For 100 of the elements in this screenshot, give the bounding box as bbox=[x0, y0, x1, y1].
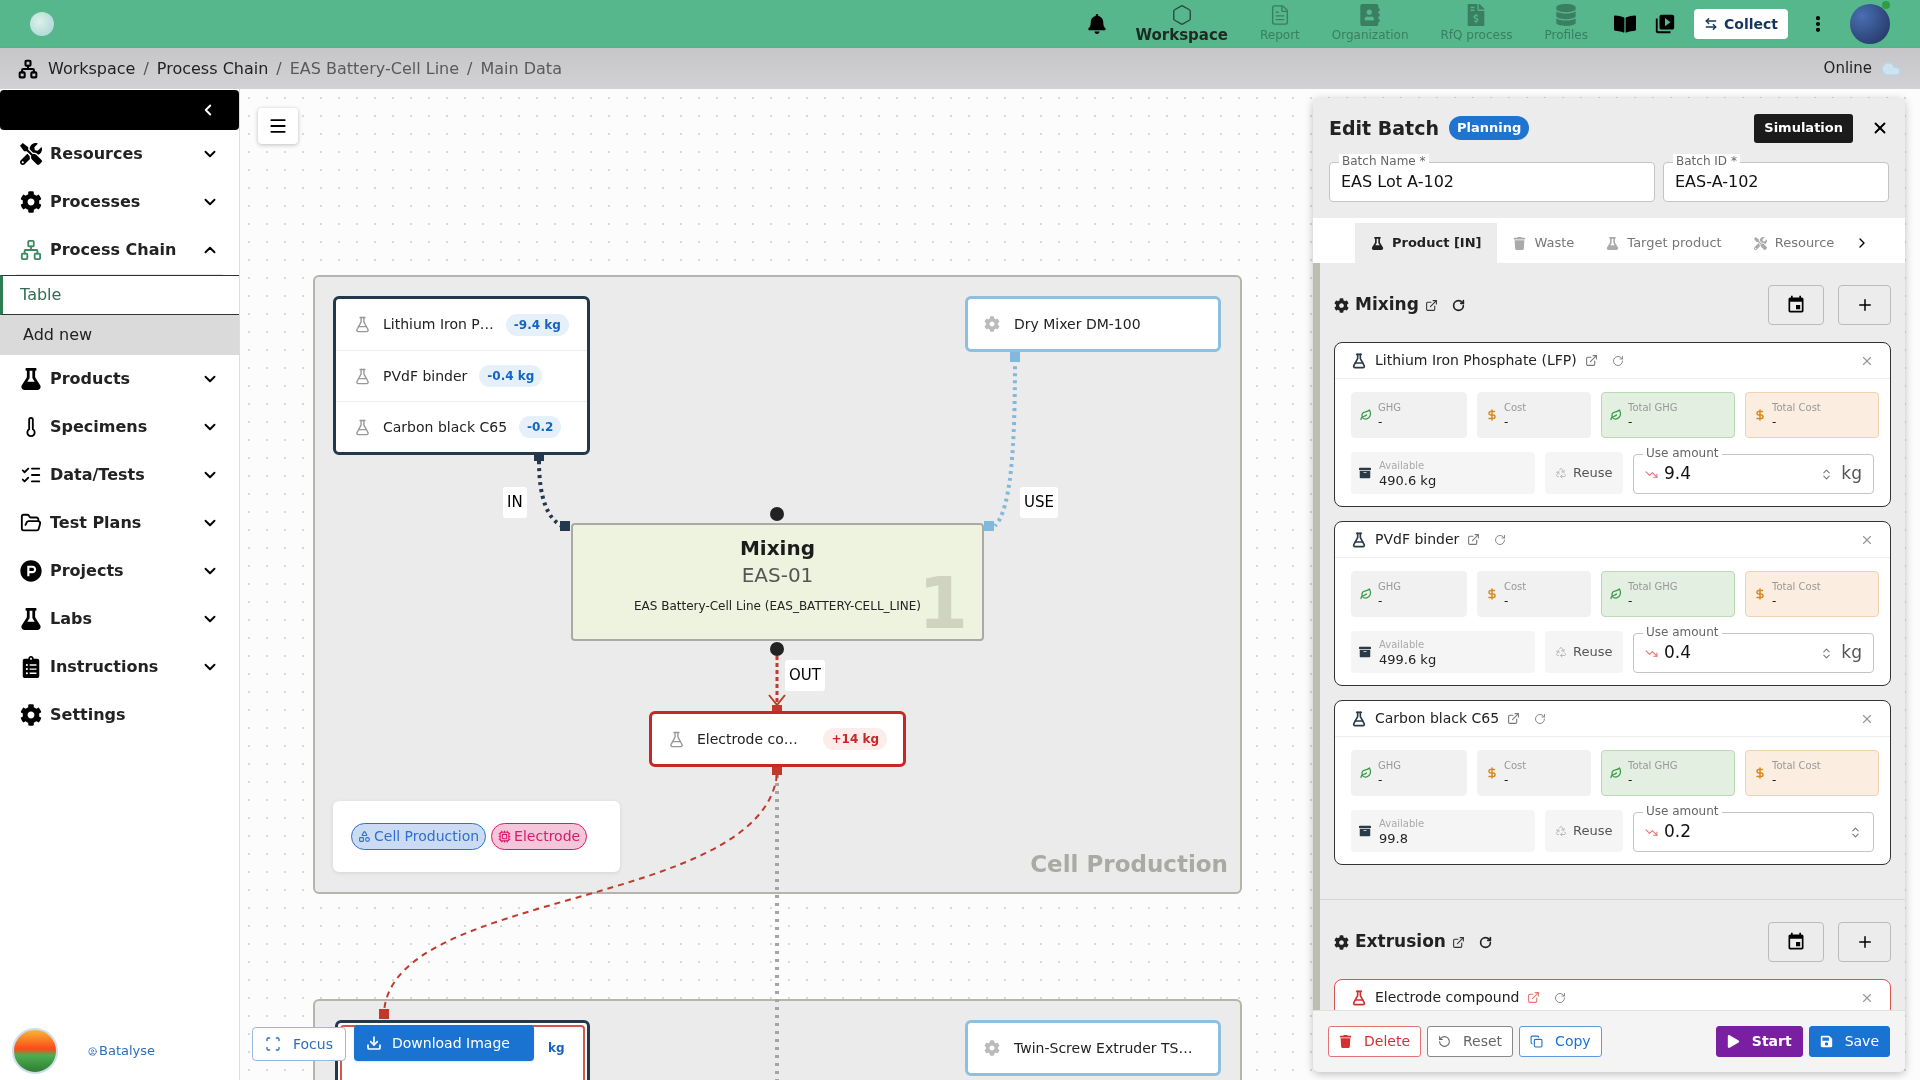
leaf-icon bbox=[1360, 409, 1372, 421]
refresh-icon[interactable] bbox=[1478, 935, 1492, 949]
sidebar-item[interactable]: Process Chain bbox=[16, 226, 223, 274]
bell-icon[interactable] bbox=[1087, 14, 1108, 34]
sidebar-item[interactable]: Specimens bbox=[16, 403, 223, 451]
calendar-button[interactable] bbox=[1768, 922, 1824, 962]
reuse-button[interactable]: Reuse bbox=[1545, 452, 1623, 494]
sitemap-icon bbox=[18, 58, 38, 79]
edge-label: IN bbox=[503, 487, 527, 518]
reuse-button[interactable]: Reuse bbox=[1545, 631, 1623, 673]
metric-tile: Total Cost - bbox=[1745, 750, 1879, 796]
add-button[interactable] bbox=[1838, 922, 1891, 962]
focus-icon bbox=[265, 1036, 281, 1052]
calendar-button[interactable] bbox=[1768, 285, 1824, 325]
recycle-icon bbox=[1555, 467, 1567, 479]
footer-link[interactable]: Batalyse bbox=[99, 1041, 156, 1061]
flask-icon bbox=[1351, 352, 1367, 369]
sidebar-item[interactable]: Resources bbox=[16, 130, 223, 178]
sidebar-item[interactable]: Settings bbox=[16, 691, 223, 739]
sidebar-item[interactable]: Projects bbox=[16, 547, 223, 595]
delete-button[interactable]: Delete bbox=[1328, 1026, 1421, 1057]
settings-icon bbox=[20, 704, 42, 726]
tab[interactable]: Target product bbox=[1590, 223, 1738, 263]
metric-tile: GHG - bbox=[1351, 750, 1467, 796]
play-icon bbox=[1726, 1035, 1740, 1048]
database-icon bbox=[1555, 4, 1578, 26]
metric-tile: Total GHG - bbox=[1601, 750, 1735, 796]
flask-icon bbox=[1351, 531, 1367, 548]
focus-button[interactable]: Focus bbox=[252, 1027, 346, 1061]
flask-icon bbox=[1606, 236, 1620, 250]
avatar[interactable] bbox=[1850, 4, 1890, 44]
tab[interactable]: Waste bbox=[1497, 223, 1591, 263]
tab[interactable]: Resource bbox=[1737, 223, 1851, 263]
book-icon[interactable] bbox=[1614, 13, 1636, 35]
connection-status: Online bbox=[1823, 58, 1872, 80]
video-library-icon[interactable] bbox=[1654, 13, 1676, 35]
product-title: Carbon black C65 bbox=[1375, 709, 1500, 728]
sidebar-item[interactable]: Data/Tests bbox=[16, 451, 223, 499]
user-icon bbox=[88, 1046, 97, 1056]
leaf-icon bbox=[1610, 588, 1622, 600]
add-button[interactable] bbox=[1838, 285, 1891, 325]
archive-icon bbox=[1359, 646, 1371, 658]
availability-tile: Available 490.6 kg bbox=[1351, 452, 1535, 494]
flask-icon bbox=[1351, 989, 1367, 1006]
tab[interactable]: Product [IN] bbox=[1355, 223, 1498, 263]
availability-tile: Available 499.6 kg bbox=[1351, 631, 1535, 673]
archive-icon bbox=[1359, 825, 1371, 837]
product-node[interactable]: Lithium Iron P… -9.4 kg PVdF binder -0.4 kg Carbon black C65 -0.2 bbox=[333, 296, 590, 455]
copy-icon bbox=[1530, 1035, 1544, 1048]
logo-icon bbox=[30, 12, 54, 36]
sidebar-item[interactable]: Test Plans bbox=[16, 499, 223, 547]
tag[interactable]: Cell Production bbox=[351, 823, 487, 850]
refresh-icon[interactable] bbox=[1451, 298, 1465, 312]
calendar-icon bbox=[1786, 295, 1806, 315]
menu-button[interactable] bbox=[258, 108, 298, 144]
flask-icon bbox=[20, 368, 42, 390]
external-link-icon[interactable] bbox=[1424, 298, 1438, 312]
simulation-button[interactable]: Simulation bbox=[1754, 113, 1853, 143]
sidebar-item[interactable]: Processes bbox=[16, 178, 223, 226]
metric-tile: Total Cost - bbox=[1745, 392, 1879, 438]
copy-button[interactable]: Copy bbox=[1519, 1026, 1602, 1057]
calendar-icon bbox=[1786, 932, 1806, 952]
product-title: Electrode compound bbox=[1375, 988, 1520, 1007]
handle-icon bbox=[1010, 352, 1020, 362]
download-button[interactable]: Download Image bbox=[354, 1025, 534, 1061]
external-link-icon[interactable] bbox=[1451, 935, 1465, 949]
flask-icon bbox=[354, 418, 371, 436]
clipboard-icon bbox=[20, 656, 42, 678]
collect-button[interactable]: Collect bbox=[1694, 9, 1788, 39]
gear-icon bbox=[1334, 934, 1349, 950]
dollar-icon bbox=[1754, 409, 1766, 421]
dollar-icon bbox=[1486, 767, 1498, 779]
logo-icon bbox=[12, 1028, 58, 1074]
leaf-icon bbox=[1610, 767, 1622, 779]
sidebar-subitem[interactable]: Add new bbox=[0, 315, 239, 355]
metric-tile: GHG - bbox=[1351, 571, 1467, 617]
save-button[interactable]: Save bbox=[1808, 1026, 1890, 1057]
breadcrumb-item[interactable]: Workspace bbox=[48, 56, 136, 81]
stepper-icon[interactable] bbox=[1849, 825, 1862, 839]
sidebar-item[interactable]: Products bbox=[16, 355, 223, 403]
product-node[interactable]: Electrode co… +14 kg bbox=[649, 711, 906, 767]
resource-node[interactable]: Dry Mixer DM-100 bbox=[965, 296, 1221, 352]
flask-icon bbox=[1371, 236, 1384, 250]
flask-icon bbox=[668, 730, 685, 748]
resource-node[interactable]: Twin-Screw Extruder TS… bbox=[965, 1020, 1221, 1076]
breadcrumb-item[interactable]: Process Chain bbox=[156, 56, 269, 81]
gear-icon bbox=[20, 191, 42, 213]
gear-icon bbox=[984, 1040, 1000, 1056]
nav-tab[interactable]: Workspace bbox=[1129, 4, 1234, 44]
reset-button[interactable]: Reset bbox=[1427, 1026, 1514, 1057]
flask-icon bbox=[354, 316, 371, 333]
sidebar-item[interactable]: Labs bbox=[16, 595, 223, 643]
reuse-button[interactable]: Reuse bbox=[1545, 810, 1623, 852]
reset-icon bbox=[1438, 1035, 1451, 1048]
tools-icon bbox=[20, 143, 42, 165]
sidebar-subitem[interactable]: Table bbox=[0, 275, 239, 315]
start-button[interactable]: Start bbox=[1715, 1026, 1803, 1057]
edge-label: OUT bbox=[785, 660, 825, 691]
handle-icon bbox=[379, 1009, 389, 1019]
sidebar-item[interactable]: Instructions bbox=[16, 643, 223, 691]
